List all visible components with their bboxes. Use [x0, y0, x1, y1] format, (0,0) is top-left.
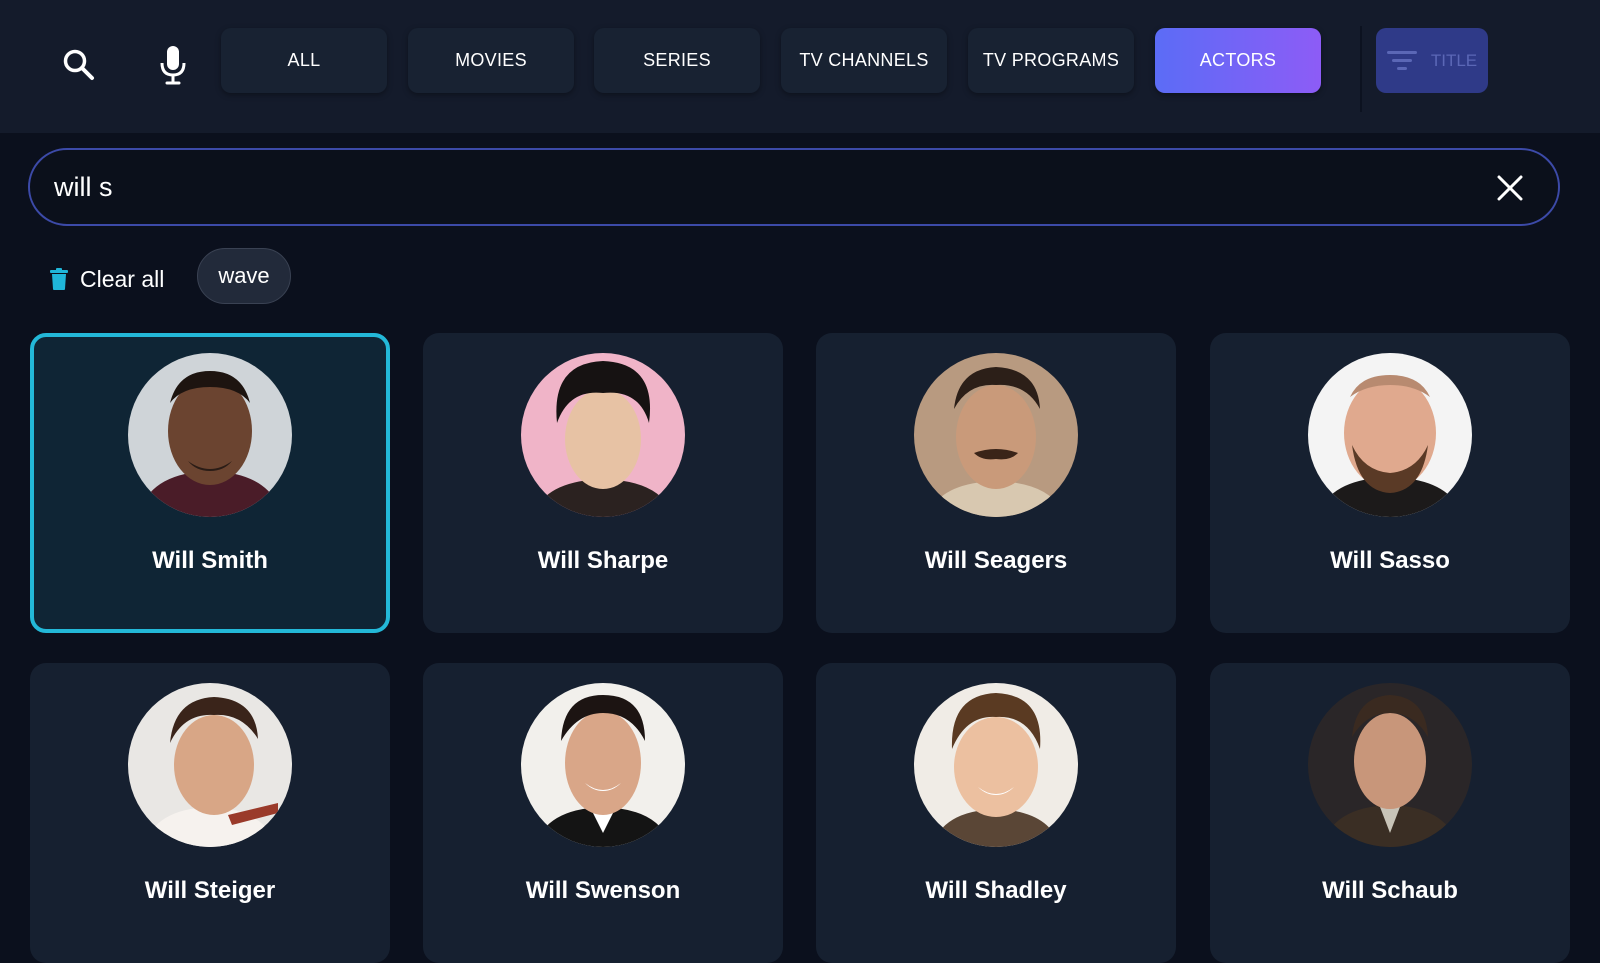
close-icon [1497, 175, 1523, 201]
tab-tv-channels[interactable]: TV CHANNELS [781, 28, 947, 93]
tab-label: TV CHANNELS [799, 50, 929, 70]
clear-all-button[interactable]: Clear all [50, 262, 164, 296]
tab-series[interactable]: SERIES [594, 28, 760, 93]
actor-photo [1308, 683, 1472, 847]
tab-actors[interactable]: ACTORS [1155, 28, 1321, 93]
sort-label: TITLE [1430, 50, 1478, 70]
actor-card[interactable]: Will Swenson [423, 663, 783, 963]
actor-photo [521, 683, 685, 847]
search-icon [63, 49, 94, 80]
actor-card[interactable]: Will Shadley [816, 663, 1176, 963]
actor-photo [521, 353, 685, 517]
actor-name: Will Sharpe [537, 547, 669, 574]
actor-photo [914, 683, 1078, 847]
trash-icon [50, 268, 68, 290]
actor-card[interactable]: Will Sharpe [423, 333, 783, 633]
nav-divider [1360, 26, 1362, 112]
actor-photo [914, 353, 1078, 517]
top-navigation-bar: ALL MOVIES SERIES TV CHANNELS TV PROGRAM… [0, 0, 1600, 133]
tab-label: ALL [287, 50, 321, 70]
actor-card[interactable]: Will Smith [30, 333, 390, 633]
tab-label: ACTORS [1199, 50, 1277, 70]
search-input[interactable] [54, 164, 1454, 210]
clear-all-label: Clear all [80, 265, 165, 292]
search-bar [28, 148, 1560, 226]
actor-name: Will Steiger [144, 877, 276, 904]
actor-card[interactable]: Will Sasso [1210, 333, 1570, 633]
actor-photo [1308, 353, 1472, 517]
actor-name: Will Swenson [525, 877, 681, 904]
actor-name: Will Smith [152, 547, 268, 574]
tab-tv-programs[interactable]: TV PROGRAMS [968, 28, 1134, 93]
search-button[interactable] [54, 40, 104, 90]
sort-icon [1386, 50, 1417, 70]
actor-card[interactable]: Will Schaub [1210, 663, 1570, 963]
actor-name: Will Seagers [924, 547, 1068, 574]
actor-name: Will Sasso [1330, 547, 1450, 574]
tab-all[interactable]: ALL [221, 28, 387, 93]
tab-label: SERIES [643, 50, 711, 70]
actor-card[interactable]: Will Seagers [816, 333, 1176, 633]
actor-photo [128, 353, 292, 517]
clear-search-button[interactable] [1492, 170, 1528, 206]
chip-label: wave [218, 263, 270, 288]
tab-movies[interactable]: MOVIES [408, 28, 574, 93]
search-history-chip[interactable]: wave [197, 248, 291, 304]
tab-label: MOVIES [455, 50, 527, 70]
actor-name: Will Schaub [1322, 877, 1458, 904]
actor-name: Will Shadley [925, 877, 1067, 904]
actor-photo [128, 683, 292, 847]
voice-search-button[interactable] [148, 40, 198, 90]
tab-label: TV PROGRAMS [982, 50, 1120, 70]
sort-button[interactable]: TITLE [1376, 28, 1488, 93]
actor-card[interactable]: Will Steiger [30, 663, 390, 963]
microphone-icon [160, 46, 186, 85]
